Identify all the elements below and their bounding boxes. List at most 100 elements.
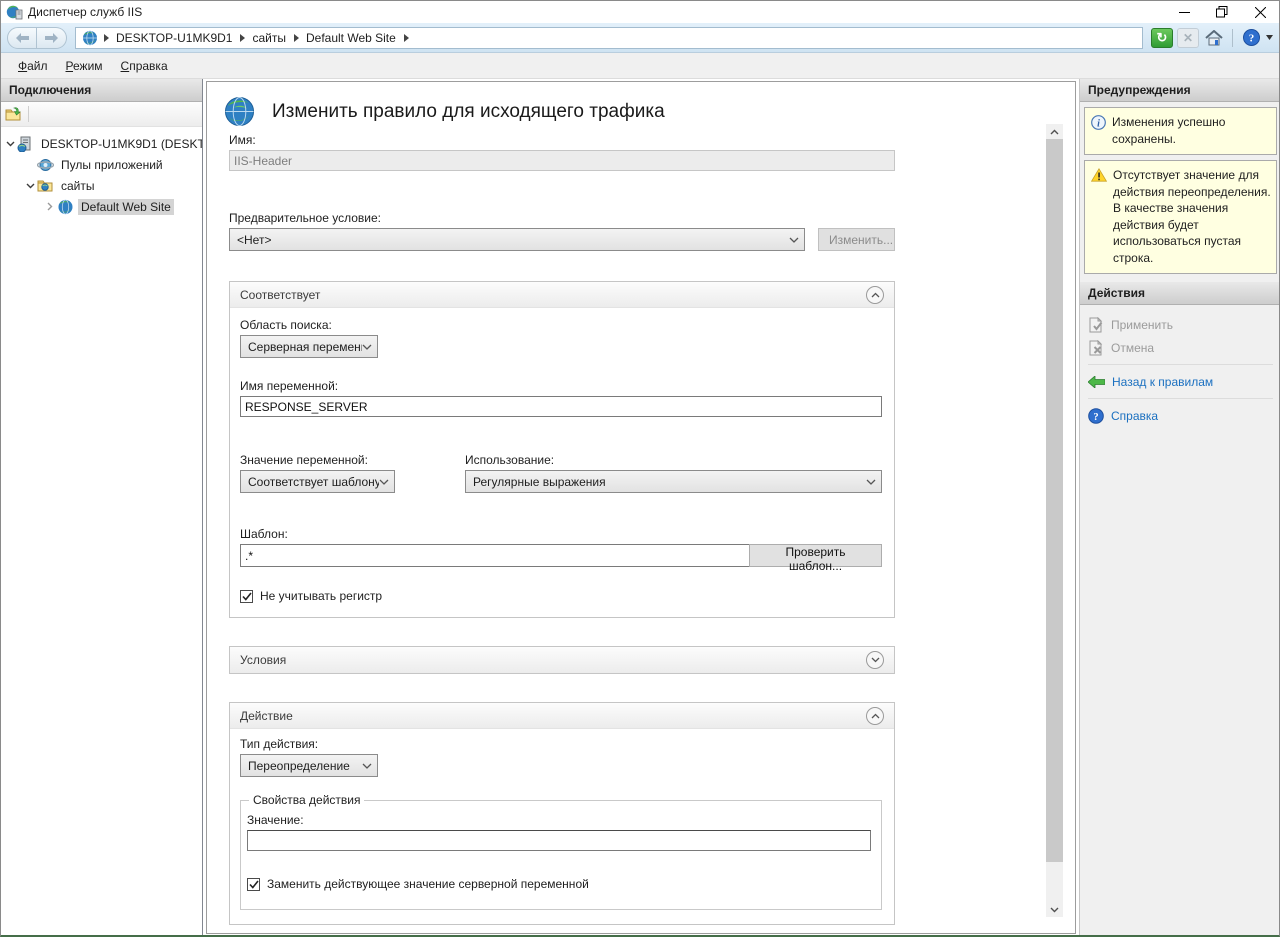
- close-icon: [1255, 7, 1266, 18]
- page-title: Изменить правило для исходящего трафика: [272, 101, 665, 123]
- conditions-section-header[interactable]: Условия: [230, 647, 894, 673]
- action-type-select[interactable]: Переопределение: [240, 754, 378, 777]
- action-section-body: Тип действия: Переопределение Свойства д…: [230, 729, 894, 924]
- checkmark-icon: [242, 592, 252, 601]
- application-pools-icon: [37, 157, 54, 173]
- precondition-label: Предварительное условие:: [229, 211, 895, 225]
- restore-button[interactable]: [1203, 1, 1241, 23]
- apply-icon: [1088, 317, 1104, 333]
- toolbar-separator: [28, 106, 29, 122]
- variable-name-field[interactable]: [240, 396, 882, 417]
- breadcrumb-item-server[interactable]: DESKTOP-U1MK9D1: [112, 31, 236, 45]
- svg-text:i: i: [1097, 118, 1100, 129]
- using-group: Использование: Регулярные выражения: [465, 453, 882, 493]
- chevron-down-icon: [866, 479, 876, 485]
- replace-row[interactable]: Заменить действующее значение серверной …: [247, 877, 871, 891]
- tree-item-server[interactable]: DESKTOP-U1MK9D1 (DESKTOP: [1, 133, 202, 154]
- cancel-action[interactable]: Отмена: [1088, 336, 1280, 359]
- rule-form: Имя: Предварительное условие: <Нет> Изме…: [229, 133, 895, 925]
- breadcrumb-item-sites[interactable]: сайты: [248, 31, 290, 45]
- scroll-down-arrow[interactable]: [1046, 902, 1063, 917]
- ignore-case-label: Не учитывать регистр: [260, 589, 382, 603]
- expand-section-button[interactable]: [866, 651, 884, 669]
- breadcrumb-arrow-icon[interactable]: [100, 32, 112, 44]
- action-value-field[interactable]: [247, 830, 871, 851]
- breadcrumb-arrow-icon[interactable]: [236, 32, 248, 44]
- test-pattern-button[interactable]: Проверить шаблон...: [749, 544, 882, 567]
- tree-item-label: Пулы приложений: [58, 157, 166, 173]
- ignore-case-row[interactable]: Не учитывать регистр: [240, 589, 882, 603]
- outbound-rule-globe-icon: [224, 96, 255, 127]
- using-label: Использование:: [465, 453, 882, 467]
- scrollbar-thumb[interactable]: [1046, 139, 1063, 862]
- using-select[interactable]: Регулярные выражения: [465, 470, 882, 493]
- close-button[interactable]: [1241, 1, 1279, 23]
- chevron-down-icon: [362, 763, 372, 769]
- variable-name-label: Имя переменной:: [240, 379, 882, 393]
- address-bar: DESKTOP-U1MK9D1 сайты Default Web Site ↻…: [1, 23, 1279, 53]
- minimize-icon: [1179, 7, 1190, 18]
- iis-manager-window: Диспетчер служб IIS: [0, 0, 1280, 937]
- match-section: Соответствует Область поиска: Серверная …: [229, 281, 895, 618]
- apply-label: Применить: [1111, 318, 1173, 332]
- match-section-header[interactable]: Соответствует: [230, 282, 894, 308]
- conditions-section: Условия: [229, 646, 895, 674]
- back-to-rules-action[interactable]: Назад к правилам: [1088, 370, 1280, 393]
- using-value: Регулярные выражения: [473, 475, 866, 489]
- collapse-chevron-icon[interactable]: [3, 141, 17, 147]
- main-scrollbar[interactable]: [1046, 124, 1063, 917]
- menu-file[interactable]: Файл: [9, 55, 57, 77]
- cancel-label: Отмена: [1111, 341, 1154, 355]
- match-section-title: Соответствует: [240, 288, 866, 302]
- back-button[interactable]: [7, 27, 37, 49]
- refresh-icon[interactable]: ↻: [1151, 28, 1173, 48]
- right-panel: Предупреждения i Изменения успешно сохра…: [1079, 79, 1280, 935]
- pattern-field[interactable]: [240, 544, 749, 567]
- warning-icon: [1091, 168, 1107, 182]
- help-dropdown-chevron-icon[interactable]: [1266, 35, 1273, 40]
- minimize-button[interactable]: [1165, 1, 1203, 23]
- scope-value: Серверная переменн: [248, 340, 362, 354]
- info-icon: i: [1091, 115, 1106, 130]
- edit-precondition-button[interactable]: Изменить...: [818, 228, 895, 251]
- breadcrumb-item-default-web-site[interactable]: Default Web Site: [302, 31, 400, 45]
- chevron-down-icon: [789, 237, 799, 243]
- help-action[interactable]: ? Справка: [1088, 404, 1280, 427]
- tree-item-default-web-site[interactable]: Default Web Site: [1, 196, 202, 217]
- warning-alert: Отсутствует значение для действия переоп…: [1084, 160, 1277, 274]
- collapse-section-button[interactable]: [866, 707, 884, 725]
- forward-button[interactable]: [37, 27, 67, 49]
- action-type-label: Тип действия:: [240, 737, 882, 751]
- precondition-select[interactable]: <Нет>: [229, 228, 805, 251]
- menu-view[interactable]: Режим: [57, 55, 112, 77]
- collapse-section-button[interactable]: [866, 286, 884, 304]
- collapse-chevron-icon[interactable]: [23, 183, 37, 189]
- tree-item-app-pools[interactable]: Пулы приложений: [1, 154, 202, 175]
- breadcrumb: DESKTOP-U1MK9D1 сайты Default Web Site: [75, 27, 1143, 49]
- actions-list: Применить Отмена Назад к правилам: [1080, 305, 1280, 427]
- home-icon[interactable]: [1203, 28, 1225, 48]
- expand-chevron-icon[interactable]: [43, 202, 57, 211]
- breadcrumb-arrow-icon[interactable]: [400, 32, 412, 44]
- connections-toolbar: [1, 102, 202, 127]
- scope-select[interactable]: Серверная переменн: [240, 335, 378, 358]
- menu-help[interactable]: Справка: [112, 55, 177, 77]
- action-section-header[interactable]: Действие: [230, 703, 894, 729]
- chevron-down-icon: [871, 657, 880, 663]
- scroll-up-arrow[interactable]: [1046, 124, 1063, 139]
- variable-value-select[interactable]: Соответствует шаблону: [240, 470, 395, 493]
- ignore-case-checkbox[interactable]: [240, 590, 253, 603]
- site-globe-icon: [57, 199, 74, 215]
- action-section: Действие Тип действия: Переопределение С…: [229, 702, 895, 925]
- chevron-down-icon: [379, 479, 389, 485]
- stop-icon[interactable]: ✕: [1177, 28, 1199, 48]
- save-connection-folder-icon[interactable]: [5, 107, 22, 122]
- tree-item-sites[interactable]: сайты: [1, 175, 202, 196]
- sites-folder-icon: [37, 178, 54, 194]
- replace-label: Заменить действующее значение серверной …: [267, 877, 589, 891]
- svg-text:?: ?: [1248, 33, 1254, 45]
- replace-checkbox[interactable]: [247, 878, 260, 891]
- help-icon[interactable]: ?: [1240, 28, 1262, 48]
- breadcrumb-arrow-icon[interactable]: [290, 32, 302, 44]
- apply-action[interactable]: Применить: [1088, 313, 1280, 336]
